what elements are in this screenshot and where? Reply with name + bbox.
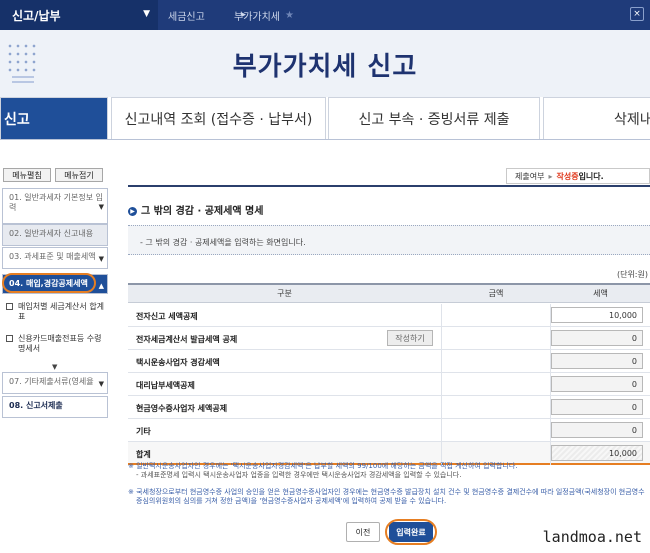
status-suffix: 입니다. [578,171,604,181]
prev-button[interactable]: 이전 [346,522,380,542]
amount-cell [441,419,551,442]
page-title: 부가가치세 신고 [232,52,418,82]
tax-input[interactable]: 0 [551,330,643,346]
sidebar-item-submit[interactable]: 08. 신고서제출 [2,396,108,418]
row-label: 전자세금계산서 발급세액 공제 [136,335,238,344]
chevron-up-icon: ▲ [98,282,104,290]
table-row: 기타 0 [128,419,650,442]
note-taxi: ※ 일반택시운송사업자인 경우에는 '택시운송사업자경감세액'은 납부할 세액의… [128,462,650,480]
chevron-down-icon: ▼ [98,203,104,211]
section-title: ▶ 그 밖의 경감 · 공제세액 명세 [128,202,263,217]
status-value: 작성중 [556,171,579,181]
sidebar-subitem-label: 신용카드매출전표등 수령명세서 [18,334,102,353]
status-separator: ▸ [548,171,553,181]
top-navigation-bar: 신고/납부 ▼ 세금신고 ▸ 부가가치세 ★ × [0,0,650,30]
checkbox-icon [6,335,13,342]
table-row: 대리납부세액공제 0 [128,373,650,396]
row-label: 현금영수증사업자 세액공제 [136,404,228,413]
sidebar-item-other-docs[interactable]: 07. 기타제출서류(영세율 ▼ [2,372,108,394]
caret-down-icon: ▼ [143,9,150,19]
tab-attachments[interactable]: 신고 부속 · 증빙서류 제출 [328,97,540,139]
highlight-oval [385,519,437,545]
arrow-right-icon: ▶ [128,207,137,216]
breadcrumb-tax-filing[interactable]: 세금신고 ▸ [168,0,246,30]
sidebar-subitem-card-receipts[interactable]: 신용카드매출전표등 수령명세서 [4,334,108,354]
note-text: - 과세표준명세 입력시 택시운송사업자 업종을 입력한 경우에만 택시운송사업… [136,471,462,479]
sidebar-item-label: 08. 신고서제출 [9,401,63,410]
tax-input[interactable]: 0 [551,422,643,438]
amount-cell [441,396,551,419]
tax-input[interactable]: 0 [551,353,643,369]
tax-input[interactable]: 0 [551,376,643,392]
breadcrumb-label: 세금신고 [168,11,205,23]
sidebar-item-tax-base[interactable]: 03. 과세표준 및 매출세액 ▼ [2,247,108,269]
row-label: 대리납부세액공제 [136,381,195,390]
watermark: landmoa.net [542,528,642,546]
content-divider [128,185,650,187]
chevron-down-icon: ▼ [98,380,104,388]
tab-divider [0,139,650,140]
tax-total-value: 10,000 [551,445,643,461]
sidebar-item-basic-info[interactable]: 01. 일반과세자 기본정보 입력 ▼ [2,188,108,224]
info-box: - 그 밖의 경감 · 공제세액을 입력하는 화면입니다. [128,225,650,255]
sidebar-item-filing-content[interactable]: 02. 일반과세자 신고내용 [2,224,108,246]
tab-delete[interactable]: 삭제내 [543,97,650,139]
note-text: ※ 국세청장으로부터 현금영수증 사업의 승인을 얻은 현금영수증사업자인 경우… [128,488,645,505]
column-header: 세액 [551,283,650,303]
tab-bar: 신고 신고내역 조회 (접수증 · 납부서) 신고 부속 · 증빙서류 제출 삭… [0,97,650,139]
table-row: 전자신고 세액공제 10,000 [128,304,650,327]
sidebar-subitem-invoice-summary[interactable]: 매입처별 세금계산서 합계표 [4,302,108,322]
table-row: 현금영수증사업자 세액공제 0 [128,396,650,419]
highlight-oval [2,273,96,293]
tab-filing-history[interactable]: 신고내역 조회 (접수증 · 납부서) [111,97,326,139]
section-title-text: 그 밖의 경감 · 공제세액 명세 [141,206,264,217]
home-menu-label: 신고/납부 [12,8,61,23]
submission-status: 제출여부 ▸ 작성중 입니다. [506,168,650,184]
star-icon[interactable]: ★ [285,10,294,21]
tax-input[interactable]: 0 [551,399,643,415]
amount-cell [441,327,551,350]
expand-all-button[interactable]: 메뉴펼침 [3,168,51,182]
breadcrumb-vat[interactable]: 부가가치세 ★ [234,0,314,30]
amount-cell [441,373,551,396]
sidebar-item-label: 01. 일반과세자 기본정보 입력 [9,193,103,212]
amount-cell [441,350,551,373]
sidebar-item-label: 02. 일반과세자 신고내용 [9,229,94,238]
row-label: 전자신고 세액공제 [136,312,198,321]
unit-label: (단위:원) [616,270,648,279]
row-label: 합계 [136,450,151,459]
tax-input[interactable]: 10,000 [551,307,643,323]
sidebar-item-label: 07. 기타제출서류(영세율 [9,377,94,386]
note-cash-receipt: ※ 국세청장으로부터 현금영수증 사업의 승인을 얻은 현금영수증사업자인 경우… [128,488,650,506]
table-row: 택시운송사업자 경감세액 0 [128,350,650,373]
amount-cell [441,304,551,327]
row-label: 기타 [136,427,151,436]
tab-filing[interactable]: 신고 [0,97,108,139]
close-icon[interactable]: × [630,7,644,21]
checkbox-icon [6,303,13,310]
page-header: 부가가치세 신고 [0,30,650,98]
breadcrumb-label: 부가가치세 [234,11,280,23]
row-label: 택시운송사업자 경감세액 [136,358,220,367]
column-header: 금액 [441,283,551,303]
status-label: 제출여부 [515,171,545,181]
collapse-all-button[interactable]: 메뉴접기 [55,168,103,182]
table-row: 전자세금계산서 발급세액 공제 작성하기 0 [128,327,650,350]
home-menu-button[interactable]: 신고/납부 ▼ [0,0,158,30]
write-button[interactable]: 작성하기 [387,330,433,346]
scroll-down-icon[interactable]: ▼ [52,363,57,371]
sidebar-subitem-label: 매입처별 세금계산서 합계표 [18,302,105,321]
chevron-down-icon: ▼ [98,255,104,263]
sidebar-item-label: 03. 과세표준 및 매출세액 [9,252,96,261]
column-header: 구분 [128,283,441,303]
note-text: ※ 일반택시운송사업자인 경우에는 '택시운송사업자경감세액'은 납부할 세액의… [128,462,518,470]
